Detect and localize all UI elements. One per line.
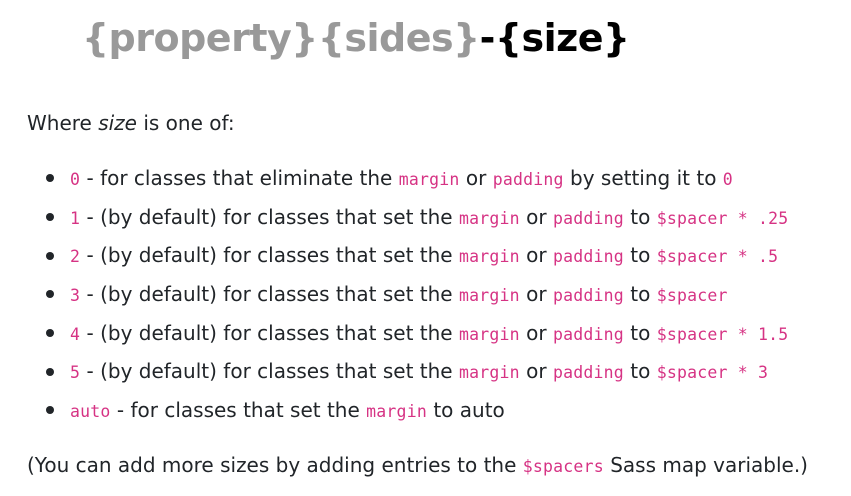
- list-item-size-auto: auto - for classes that set the margin t…: [0, 391, 851, 430]
- size-value: 3: [70, 286, 81, 306]
- code-result: $spacer: [656, 286, 728, 306]
- size-value: 0: [70, 170, 81, 189]
- code-padding: padding: [552, 247, 624, 267]
- bullet-icon: [46, 406, 54, 415]
- item-text: - (by default) for classes that set the: [80, 243, 459, 268]
- code-margin: margin: [458, 208, 520, 228]
- code-result: 0: [722, 170, 733, 189]
- item-text: or: [459, 166, 493, 190]
- size-value: 5: [70, 363, 81, 383]
- intro-prefix: Where: [27, 111, 99, 135]
- code-result: $spacer * 3: [656, 363, 769, 383]
- code-padding: padding: [552, 286, 624, 306]
- item-text: to: [623, 320, 657, 345]
- intro-term: size: [98, 111, 137, 135]
- item-text: - (by default) for classes that set the: [80, 282, 459, 307]
- item-text: to auto: [426, 398, 505, 423]
- item-text: by setting it to: [563, 166, 723, 190]
- heading-property: {property}: [82, 16, 318, 60]
- list-item-size-3: 3 - (by default) for classes that set th…: [0, 275, 851, 314]
- code-margin: margin: [366, 402, 427, 422]
- item-text: or: [519, 359, 553, 384]
- item-text: to: [623, 204, 657, 229]
- item-text: - (by default) for classes that set the: [80, 359, 459, 384]
- item-text: to: [623, 282, 657, 307]
- size-value: 1: [70, 208, 81, 228]
- item-text: or: [519, 282, 553, 307]
- item-text: to: [623, 243, 657, 268]
- code-result: $spacer * .25: [656, 208, 789, 228]
- item-text: or: [519, 243, 553, 268]
- heading-notation: {property}{sides}-{size}: [82, 10, 630, 66]
- code-padding: padding: [552, 363, 624, 383]
- intro-suffix: is one of:: [136, 111, 235, 135]
- footer-prefix: (You can add more sizes by adding entrie…: [27, 453, 523, 477]
- bullet-icon: [46, 290, 54, 299]
- code-padding: padding: [552, 324, 624, 344]
- item-text: or: [519, 320, 553, 345]
- code-margin: margin: [458, 363, 520, 383]
- bullet-icon: [46, 251, 54, 260]
- item-text: - for classes that set the: [110, 398, 367, 423]
- code-result: $spacer * .5: [656, 247, 779, 267]
- code-result: $spacer * 1.5: [656, 324, 789, 344]
- item-text: - (by default) for classes that set the: [80, 320, 459, 345]
- code-spacers: $spacers: [522, 457, 604, 476]
- size-value: auto: [70, 402, 111, 422]
- item-text: - (by default) for classes that set the: [80, 204, 459, 229]
- code-padding: padding: [492, 170, 564, 189]
- code-margin: margin: [458, 324, 520, 344]
- bullet-icon: [46, 367, 54, 376]
- heading-size: {size}: [494, 16, 630, 60]
- intro-text: Where size is one of:: [27, 108, 235, 138]
- size-list: 0 - for classes that eliminate the margi…: [0, 159, 851, 430]
- heading-dash: -: [479, 16, 496, 60]
- list-item-size-5: 5 - (by default) for classes that set th…: [0, 352, 851, 391]
- size-value: 2: [70, 247, 81, 267]
- code-margin: margin: [458, 247, 520, 267]
- footer-note: (You can add more sizes by adding entrie…: [27, 450, 808, 482]
- footer-suffix: Sass map variable.): [603, 453, 808, 477]
- heading-sides: {sides}: [317, 16, 480, 60]
- list-item-size-1: 1 - (by default) for classes that set th…: [0, 198, 851, 237]
- code-margin: margin: [398, 170, 460, 189]
- list-item-size-0: 0 - for classes that eliminate the margi…: [0, 159, 851, 198]
- item-text: to: [623, 359, 657, 384]
- list-item-size-2: 2 - (by default) for classes that set th…: [0, 236, 851, 275]
- code-margin: margin: [458, 286, 520, 306]
- size-value: 4: [70, 324, 81, 344]
- bullet-icon: [46, 329, 54, 338]
- code-padding: padding: [552, 208, 624, 228]
- item-text: or: [519, 204, 553, 229]
- list-item-size-4: 4 - (by default) for classes that set th…: [0, 314, 851, 353]
- bullet-icon: [46, 212, 54, 221]
- bullet-icon: [46, 174, 54, 183]
- item-text: - for classes that eliminate the: [80, 166, 399, 190]
